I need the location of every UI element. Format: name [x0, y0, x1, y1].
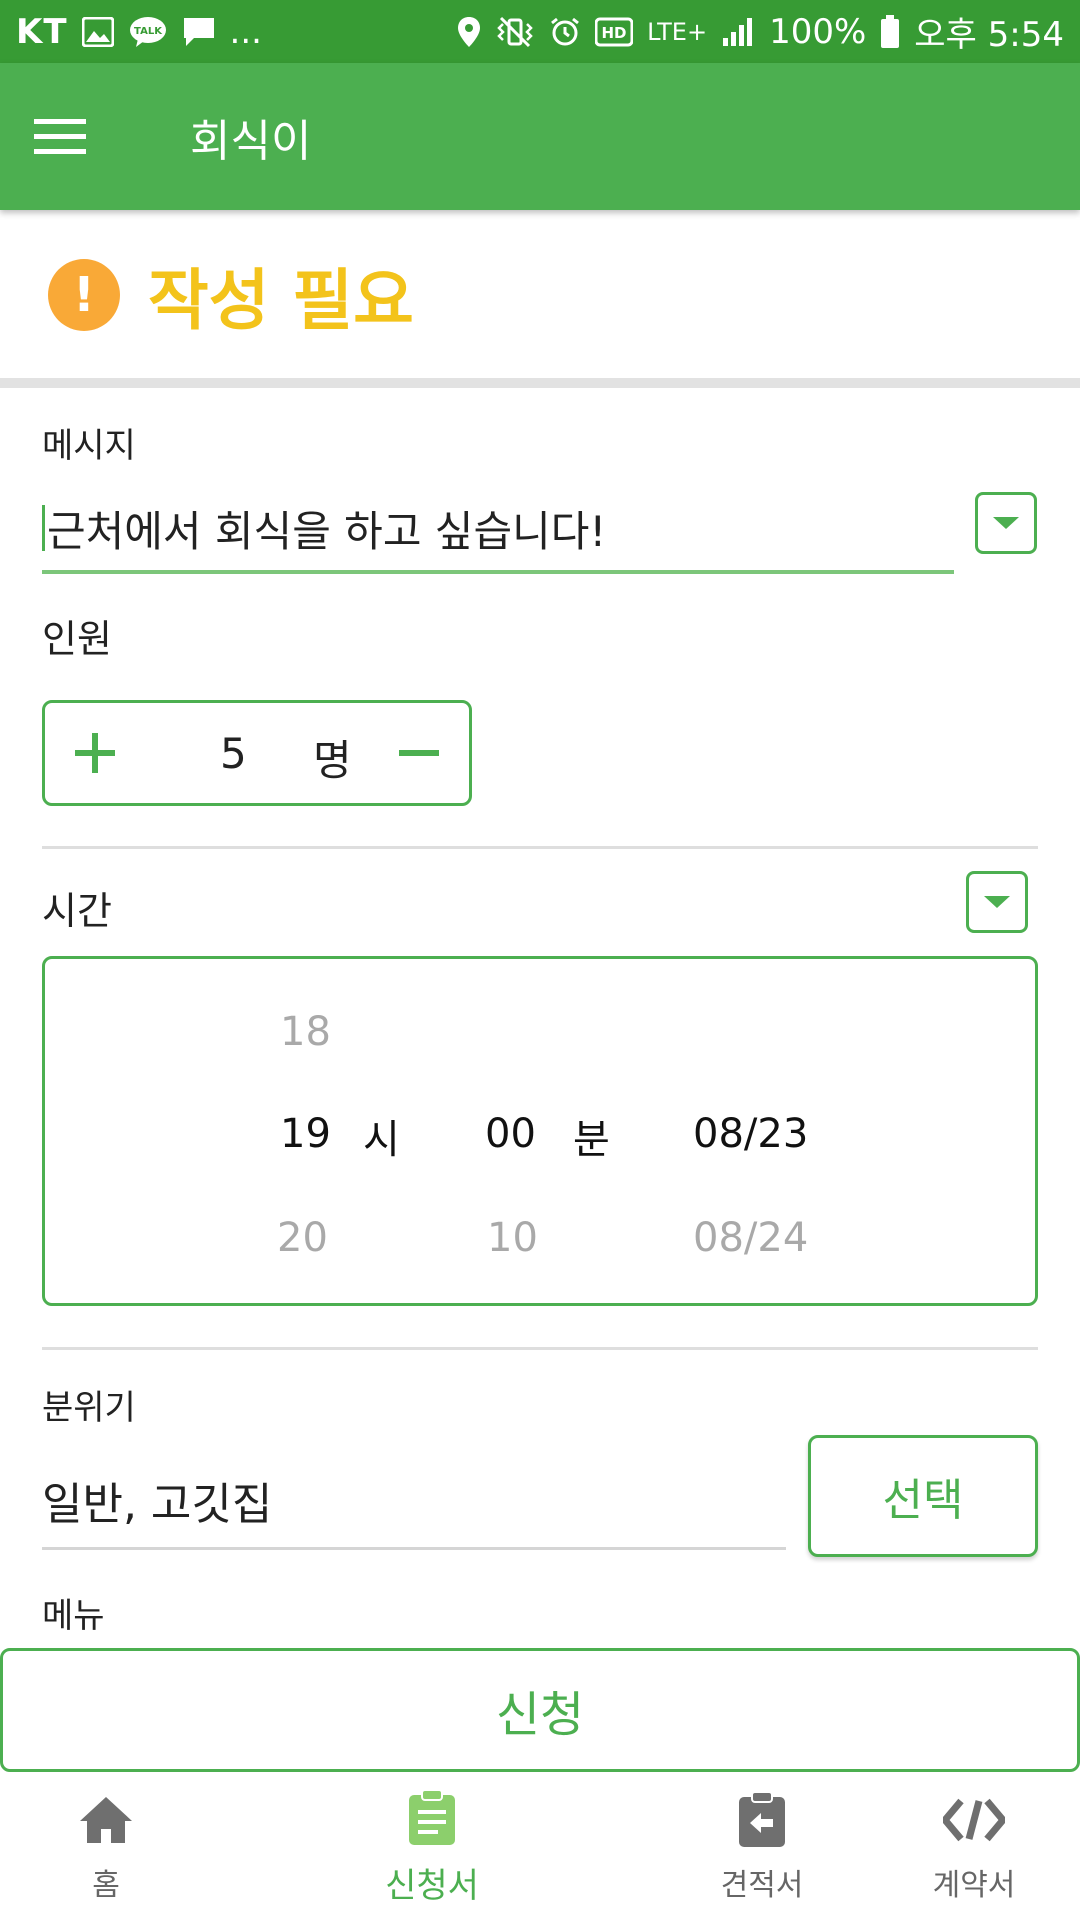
atmosphere-label: 분위기	[42, 1388, 136, 1428]
minute-next-option[interactable]: 10	[487, 1215, 538, 1261]
message-input[interactable]: 근처에서 회식을 하고 싶습니다!	[42, 486, 954, 574]
time-label: 시간	[42, 889, 112, 933]
message-value: 근처에서 회식을 하고 싶습니다!	[47, 506, 607, 556]
nav-label-home: 홈	[92, 1868, 120, 1903]
people-stepper: 5 명	[42, 700, 472, 806]
more-notifications: ...	[229, 11, 262, 52]
nav-item-home[interactable]: 홈	[48, 1772, 164, 1920]
nav-item-application[interactable]: 신청서	[370, 1772, 494, 1920]
app-title: 회식이	[190, 115, 312, 167]
contract-icon	[943, 1788, 1005, 1852]
date-selected[interactable]: 08/23	[693, 1111, 808, 1157]
dropdown-arrow-icon	[984, 896, 1010, 908]
status-left: KT TALK ...	[16, 12, 262, 52]
atmosphere-select-button[interactable]: 선택	[808, 1435, 1038, 1557]
hour-selected[interactable]: 19	[280, 1111, 331, 1157]
clock: 오후 5:54	[914, 15, 1064, 55]
minute-selected[interactable]: 00	[485, 1111, 536, 1157]
people-count: 5	[220, 729, 247, 778]
atmosphere-value: 일반, 고깃집	[42, 1478, 273, 1530]
carrier-label: KT	[16, 11, 68, 52]
text-caret	[42, 505, 45, 551]
people-unit: 명	[313, 736, 352, 785]
kakaotalk-notification-icon: TALK	[128, 15, 168, 49]
menu-label: 메뉴	[42, 1596, 105, 1636]
gallery-notification-icon	[81, 15, 114, 49]
warning-text: 작성 필요	[148, 262, 414, 339]
svg-text:TALK: TALK	[134, 26, 163, 37]
nav-item-contract[interactable]: 계약서	[912, 1772, 1036, 1920]
divider	[42, 846, 1038, 849]
warning-banner: ! 작성 필요	[0, 210, 1080, 380]
clipboard-icon	[407, 1786, 457, 1850]
home-icon	[78, 1788, 134, 1852]
hour-prev-option[interactable]: 18	[280, 1009, 331, 1055]
app-bar: 회식이	[0, 63, 1080, 210]
decrease-people-button[interactable]	[369, 703, 469, 803]
svg-text:HD: HD	[602, 24, 627, 42]
exclamation-icon: !	[48, 259, 120, 331]
hour-unit: 시	[363, 1117, 400, 1163]
signal-strength-icon	[721, 15, 755, 49]
time-dropdown-button[interactable]	[966, 871, 1028, 933]
plus-icon	[75, 733, 115, 773]
battery-icon	[880, 14, 900, 49]
location-icon	[457, 15, 481, 49]
network-type: LTE+	[647, 17, 708, 46]
section-divider	[0, 378, 1080, 388]
people-label: 인원	[42, 617, 112, 661]
nav-label-contract: 계약서	[932, 1868, 1016, 1903]
submit-button[interactable]: 신청	[0, 1648, 1080, 1772]
hour-next-option[interactable]: 20	[277, 1215, 328, 1261]
minute-unit: 분	[573, 1117, 610, 1163]
bottom-navigation: 홈 신청서 견적서 계약서	[0, 1772, 1080, 1920]
dropdown-arrow-icon	[993, 517, 1019, 529]
message-label: 메시지	[42, 426, 136, 466]
atmosphere-field[interactable]: 일반, 고깃집	[42, 1452, 786, 1550]
increase-people-button[interactable]	[45, 703, 145, 803]
hd-voice-icon: HD	[595, 15, 634, 49]
status-right: HD LTE+ 100% 오후 5:54	[457, 7, 1064, 56]
time-picker: 18 19 시 20 00 분 10 08/23 08/24	[42, 956, 1038, 1306]
nav-item-estimate[interactable]: 견적서	[700, 1772, 824, 1920]
clipboard-arrow-icon	[737, 1788, 787, 1852]
hamburger-icon	[34, 118, 86, 154]
nav-label-estimate: 견적서	[720, 1868, 804, 1903]
nav-label-application: 신청서	[385, 1865, 479, 1906]
hamburger-menu-button[interactable]	[0, 63, 120, 210]
date-next-option[interactable]: 08/24	[693, 1215, 808, 1261]
battery-percent: 100%	[769, 11, 867, 52]
vibrate-mute-icon	[495, 15, 535, 49]
alarm-icon	[549, 15, 581, 49]
divider	[42, 1347, 1038, 1350]
status-bar: KT TALK ... HD LTE+ 100% 오후 5:54	[0, 0, 1080, 63]
message-dropdown-button[interactable]	[975, 492, 1037, 554]
minus-icon	[399, 750, 439, 756]
message-notification-icon	[182, 15, 216, 49]
